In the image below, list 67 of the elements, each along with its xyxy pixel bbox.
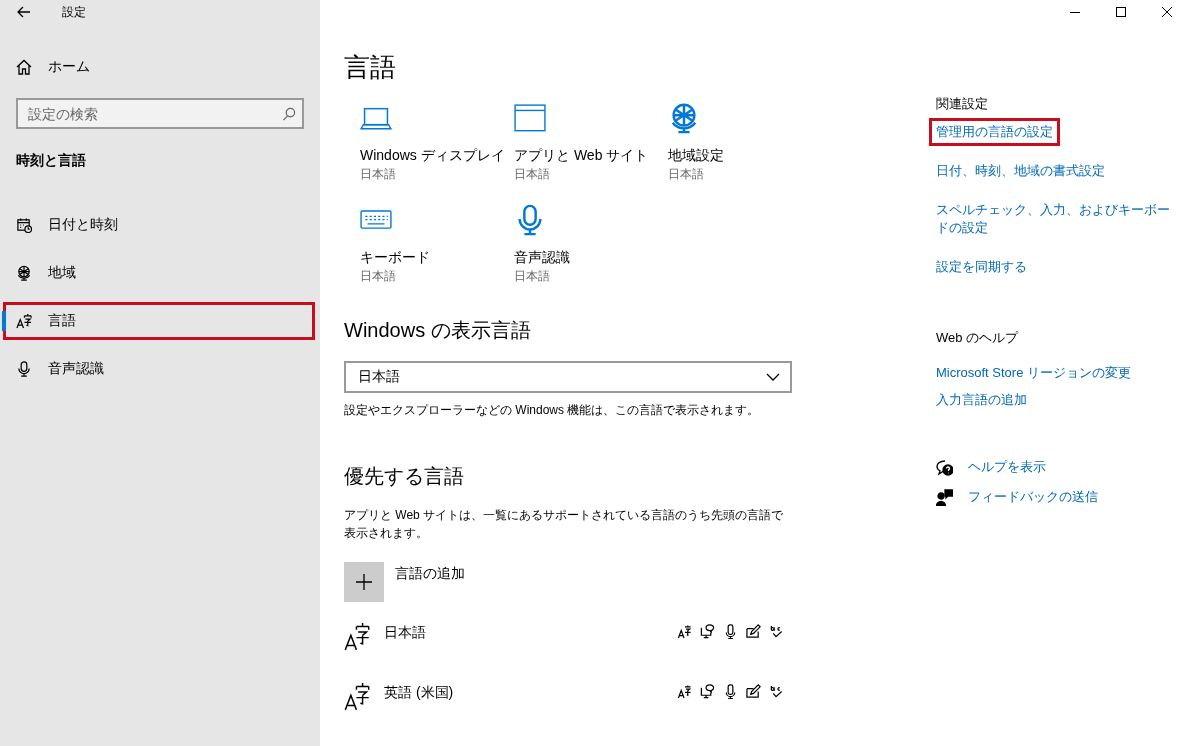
maximize-icon: [1116, 7, 1126, 17]
tile-value: 日本語: [514, 166, 550, 183]
help-link[interactable]: Microsoft Store リージョンの変更: [936, 364, 1132, 382]
home-icon: [16, 59, 32, 75]
add-language-label[interactable]: 言語の追加: [395, 565, 465, 583]
globe-icon: [16, 265, 32, 281]
page-title: 言語: [344, 51, 396, 84]
section-heading: 優先する言語: [344, 464, 464, 489]
settings-link[interactable]: 日付、時刻、地域の書式設定: [929, 157, 1112, 185]
microphone-icon: [723, 624, 738, 639]
section-heading: 関連設定: [936, 95, 988, 113]
section-heading: 時刻と言語: [16, 151, 87, 170]
display-speech-icon: [700, 624, 715, 639]
section-heading: Web のヘルプ: [936, 329, 1019, 347]
language-icon: [344, 622, 370, 651]
add-language-button[interactable]: [344, 562, 384, 602]
sidebar-item[interactable]: 地域: [0, 253, 320, 293]
sidebar-item[interactable]: 音声認識: [0, 349, 320, 389]
back-arrow-icon: [17, 6, 31, 18]
tile-label[interactable]: キーボード: [360, 247, 430, 267]
microphone-icon: [16, 361, 32, 377]
font-icon: [677, 684, 692, 699]
support-link[interactable]: ヘルプを表示: [968, 458, 1046, 476]
description-text: アプリと Web サイトは、一覧にあるサポートされている言語のうち先頭の言語で表示されます。: [344, 507, 785, 542]
keyboard-icon: [360, 210, 392, 230]
search-icon: [282, 107, 296, 121]
tile-value: 日本語: [514, 268, 550, 285]
search-field[interactable]: 設定の検索: [16, 98, 304, 129]
settings-link[interactable]: スペルチェック、入力、およびキーボードの設定: [929, 196, 1186, 242]
tile-value: 日本語: [360, 268, 396, 285]
minimize-icon: [1070, 11, 1080, 13]
plus-icon: [356, 574, 372, 590]
display-speech-icon: [700, 684, 715, 699]
language-name[interactable]: 日本語: [384, 624, 677, 642]
pen-icon: [746, 684, 761, 699]
spellcheck-icon: [769, 684, 784, 699]
help-bubble-icon: [936, 458, 953, 476]
help-link[interactable]: 入力言語の追加: [936, 391, 1027, 409]
tile-value: 日本語: [668, 166, 704, 183]
pen-icon: [746, 624, 761, 639]
window-title: 設定: [62, 3, 86, 21]
browser-window-icon: [514, 104, 546, 132]
sidebar-item[interactable]: 日付と時刻: [0, 205, 320, 245]
laptop-icon: [360, 105, 392, 131]
chevron-down-icon: [766, 373, 780, 381]
person-chat-icon: [936, 488, 953, 506]
close-icon: [1162, 7, 1172, 17]
microphone-icon: [723, 684, 738, 699]
description-text: 設定やエクスプローラーなどの Windows 機能は、この言語で表示されます。: [344, 402, 760, 419]
tile-value: 日本語: [360, 166, 396, 183]
sidebar-item[interactable]: 言語: [2, 301, 316, 341]
tile-label[interactable]: 音声認識: [514, 247, 570, 267]
tile-label[interactable]: Windows ディスプレイ: [360, 145, 505, 165]
home-nav-item[interactable]: ホーム: [0, 47, 320, 87]
language-icon: [344, 682, 370, 711]
settings-link[interactable]: 管理用の言語の設定: [929, 118, 1060, 146]
language-dropdown[interactable]: 日本語: [344, 361, 792, 393]
support-link[interactable]: フィードバックの送信: [968, 488, 1098, 506]
spellcheck-icon: [769, 624, 784, 639]
calendar-clock-icon: [16, 217, 32, 233]
tile-label[interactable]: 地域設定: [668, 145, 724, 165]
language-name[interactable]: 英語 (米国): [384, 684, 677, 702]
settings-link[interactable]: 設定を同期する: [929, 253, 1034, 281]
section-heading: Windows の表示言語: [344, 318, 531, 343]
language-icon: [16, 313, 32, 329]
font-icon: [677, 624, 692, 639]
tile-label[interactable]: アプリと Web サイト: [514, 145, 649, 165]
